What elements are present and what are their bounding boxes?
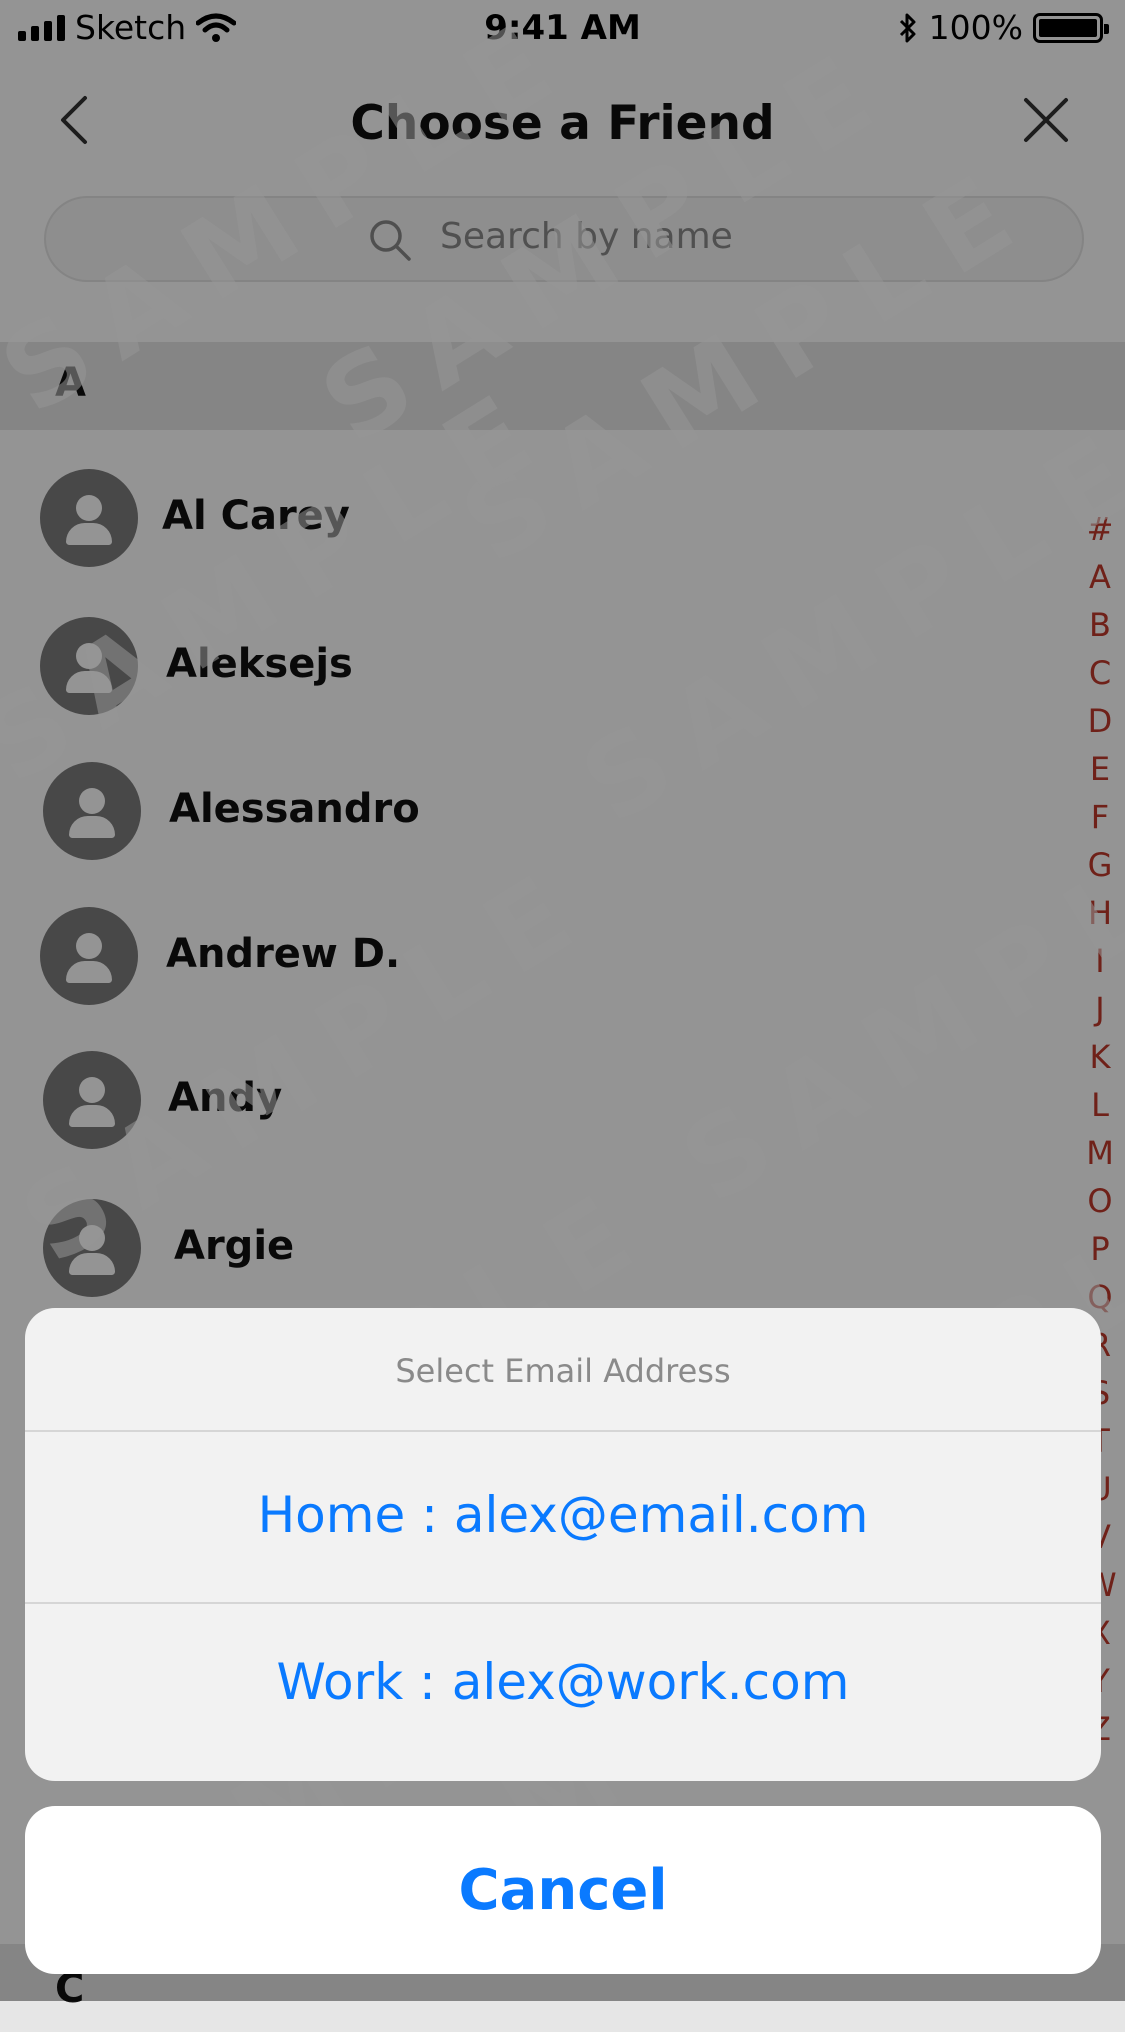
action-sheet: Select Email Address Home : alex@email.c… (25, 1308, 1101, 1781)
action-sheet-title: Select Email Address (395, 1352, 731, 1390)
home-email-option[interactable]: Home : alex@email.com (25, 1486, 1101, 1544)
work-email-option[interactable]: Work : alex@work.com (25, 1653, 1101, 1711)
divider (25, 1602, 1101, 1604)
cancel-label: Cancel (458, 1858, 668, 1923)
divider (25, 1430, 1101, 1432)
cancel-button[interactable]: Cancel (25, 1806, 1101, 1974)
